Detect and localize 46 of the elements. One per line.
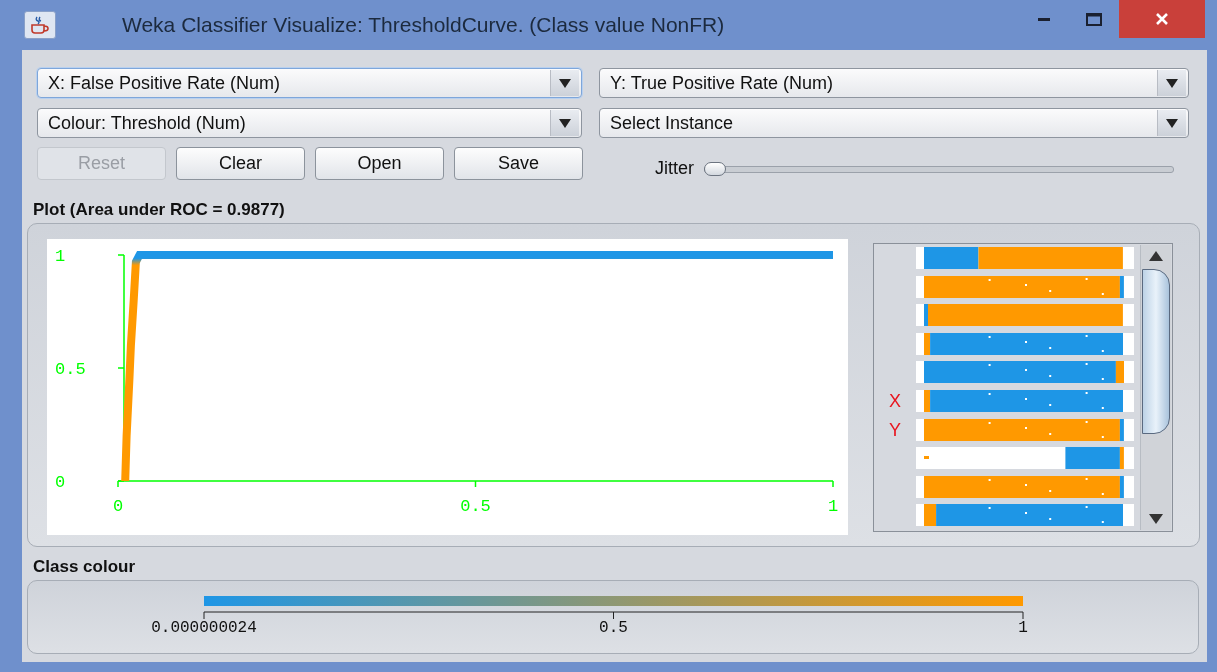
attribute-strip[interactable] [916, 447, 1134, 470]
attribute-strip[interactable] [916, 418, 1134, 441]
save-button[interactable]: Save [454, 147, 583, 180]
minimize-icon [1038, 17, 1050, 21]
close-icon [1156, 13, 1168, 25]
class-colour-heading: Class colour [33, 557, 137, 577]
x-tick-label: 0 [112, 497, 124, 516]
scrollbar[interactable] [1140, 245, 1171, 530]
x-axis-marker: X [888, 389, 902, 412]
attribute-strip[interactable] [916, 361, 1134, 384]
y-tick-label: 0 [55, 473, 66, 492]
plot-heading: Plot (Area under ROC = 0.9877) [33, 200, 286, 220]
x-tick-label: 0.5 [460, 497, 491, 516]
y-tick-label: 1 [55, 247, 66, 266]
jitter-slider[interactable] [704, 160, 1174, 177]
attribute-strip[interactable] [916, 389, 1134, 412]
scroll-thumb[interactable] [1142, 269, 1170, 434]
dropdown[interactable]: Y: True Positive Rate (Num) [599, 68, 1189, 98]
scale-label: 1 [1018, 619, 1028, 637]
x-tick-label: 1 [827, 497, 839, 516]
maximize-icon [1086, 12, 1102, 26]
caret-down-icon [1166, 118, 1178, 128]
attribute-strip[interactable] [916, 247, 1134, 269]
y-tick-label: 0.5 [55, 360, 86, 379]
attribute-strip[interactable] [916, 332, 1134, 355]
attribute-strip[interactable] [916, 304, 1134, 327]
caret-down-icon [1166, 78, 1178, 88]
attribute-strip[interactable] [916, 475, 1134, 498]
dropdown[interactable]: Colour: Threshold (Num) [37, 108, 582, 138]
attribute-strip[interactable] [916, 504, 1134, 527]
attribute-strip[interactable] [916, 275, 1134, 298]
clear-button[interactable]: Clear [176, 147, 305, 180]
scale-label: 0.5 [599, 619, 628, 637]
window-title: Weka Classifier Visualize: ThresholdCurve. (Class value NonFR) [122, 13, 725, 37]
scroll-up-icon[interactable] [1149, 251, 1163, 261]
dropdown[interactable]: X: False Positive Rate (Num) [37, 68, 582, 98]
jitter-label: Jitter [655, 158, 694, 179]
caret-down-icon [559, 118, 571, 128]
slider-thumb[interactable] [704, 161, 726, 176]
scale-label: 0.000000024 [151, 619, 257, 637]
scroll-down-icon[interactable] [1149, 514, 1163, 524]
open-button[interactable]: Open [315, 147, 444, 180]
y-axis-marker: Y [888, 418, 902, 441]
caret-down-icon [559, 78, 571, 88]
coffee-cup-icon [29, 15, 51, 35]
dropdown[interactable]: Select Instance [599, 108, 1189, 138]
